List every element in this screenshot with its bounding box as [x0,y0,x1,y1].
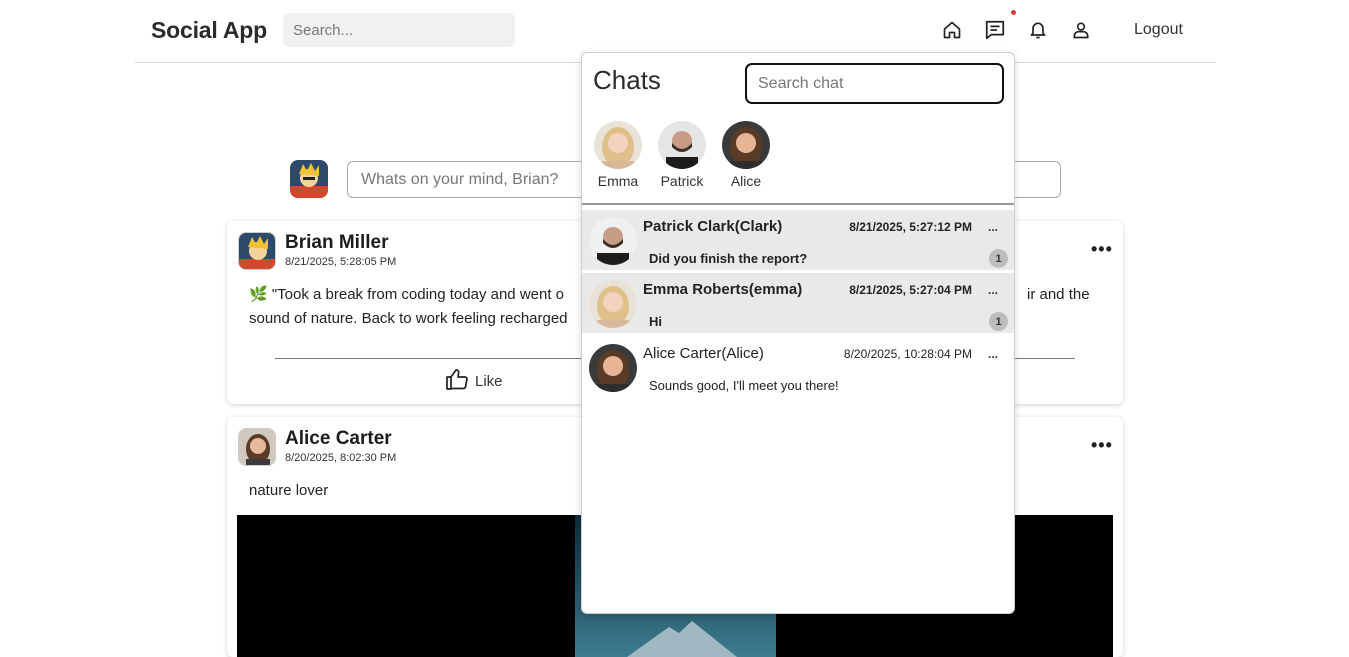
post-text: nature lover [249,482,329,499]
conversation-last-message: Hi [649,314,662,329]
chat-notification-dot [1011,10,1016,15]
conversation-name: Patrick Clark(Clark) [643,218,783,235]
chat-icon[interactable] [984,19,1006,41]
post-author-avatar[interactable] [238,428,276,466]
chat-contact-patrick[interactable]: Patrick [652,121,712,189]
thumbs-up-icon [445,368,469,394]
avatar [722,121,770,169]
avatar [594,121,642,169]
conversation-more-button[interactable]: ... [988,347,998,361]
conversation-row[interactable]: Emma Roberts(emma) 8/21/2025, 5:27:04 PM… [582,273,1014,333]
conversation-more-button[interactable]: ... [988,283,998,297]
conversation-last-message: Sounds good, I'll meet you there! [649,378,839,393]
chat-dropdown: Chats Emma Patrick Alice Patrick Clark(C… [581,52,1015,614]
post-author-avatar[interactable] [238,232,276,270]
post-text-line: sound of nature. Back to work feeling re… [249,310,568,327]
like-label: Like [475,372,503,390]
avatar [658,121,706,169]
post-timestamp: 8/21/2025, 5:28:05 PM [285,256,397,268]
conversation-name: Emma Roberts(emma) [643,281,803,298]
chat-contact-alice[interactable]: Alice [716,121,776,189]
home-icon[interactable] [941,19,963,41]
conversation-time: 8/21/2025, 5:27:04 PM [849,283,972,297]
conversation-name: Alice Carter(Alice) [643,345,764,362]
avatar [589,280,637,328]
conversation-last-message: Did you finish the report? [649,251,808,266]
chat-panel-title: Chats [593,65,661,95]
post-author-name[interactable]: Brian Miller [285,232,388,254]
like-button[interactable]: Like [445,368,503,394]
unread-count-badge: 1 [989,249,1008,268]
conversation-time: 8/20/2025, 10:28:04 PM [843,347,972,361]
user-icon[interactable] [1070,19,1092,41]
conversation-time: 8/21/2025, 5:27:12 PM [849,220,972,234]
conversation-more-button[interactable]: ... [988,220,998,234]
avatar [589,217,637,265]
post-more-button[interactable]: ••• [1091,239,1113,260]
unread-count-badge: 1 [989,312,1008,331]
post-author-name[interactable]: Alice Carter [285,428,392,450]
post-text: 🌿 "Took a break from coding today and we… [249,286,565,303]
current-user-avatar[interactable] [290,160,328,198]
contact-name: Alice [730,173,762,189]
logout-button[interactable]: Logout [1134,21,1183,39]
conversation-row[interactable]: Patrick Clark(Clark) 8/21/2025, 5:27:12 … [582,210,1014,270]
bell-icon[interactable] [1027,19,1049,41]
chat-divider [582,203,1014,205]
post-text-continued: ir and the [1027,286,1090,303]
conversation-row[interactable]: Alice Carter(Alice) 8/20/2025, 10:28:04 … [582,337,1014,397]
chat-search-input[interactable] [745,63,1004,104]
chat-contact-emma[interactable]: Emma [588,121,648,189]
contact-name: Emma [597,173,639,189]
avatar [589,344,637,392]
global-search-input[interactable] [283,13,515,47]
post-timestamp: 8/20/2025, 8:02:30 PM [285,452,397,464]
app-brand[interactable]: Social App [151,17,267,44]
post-more-button[interactable]: ••• [1091,435,1113,456]
contact-name: Patrick [660,173,704,189]
